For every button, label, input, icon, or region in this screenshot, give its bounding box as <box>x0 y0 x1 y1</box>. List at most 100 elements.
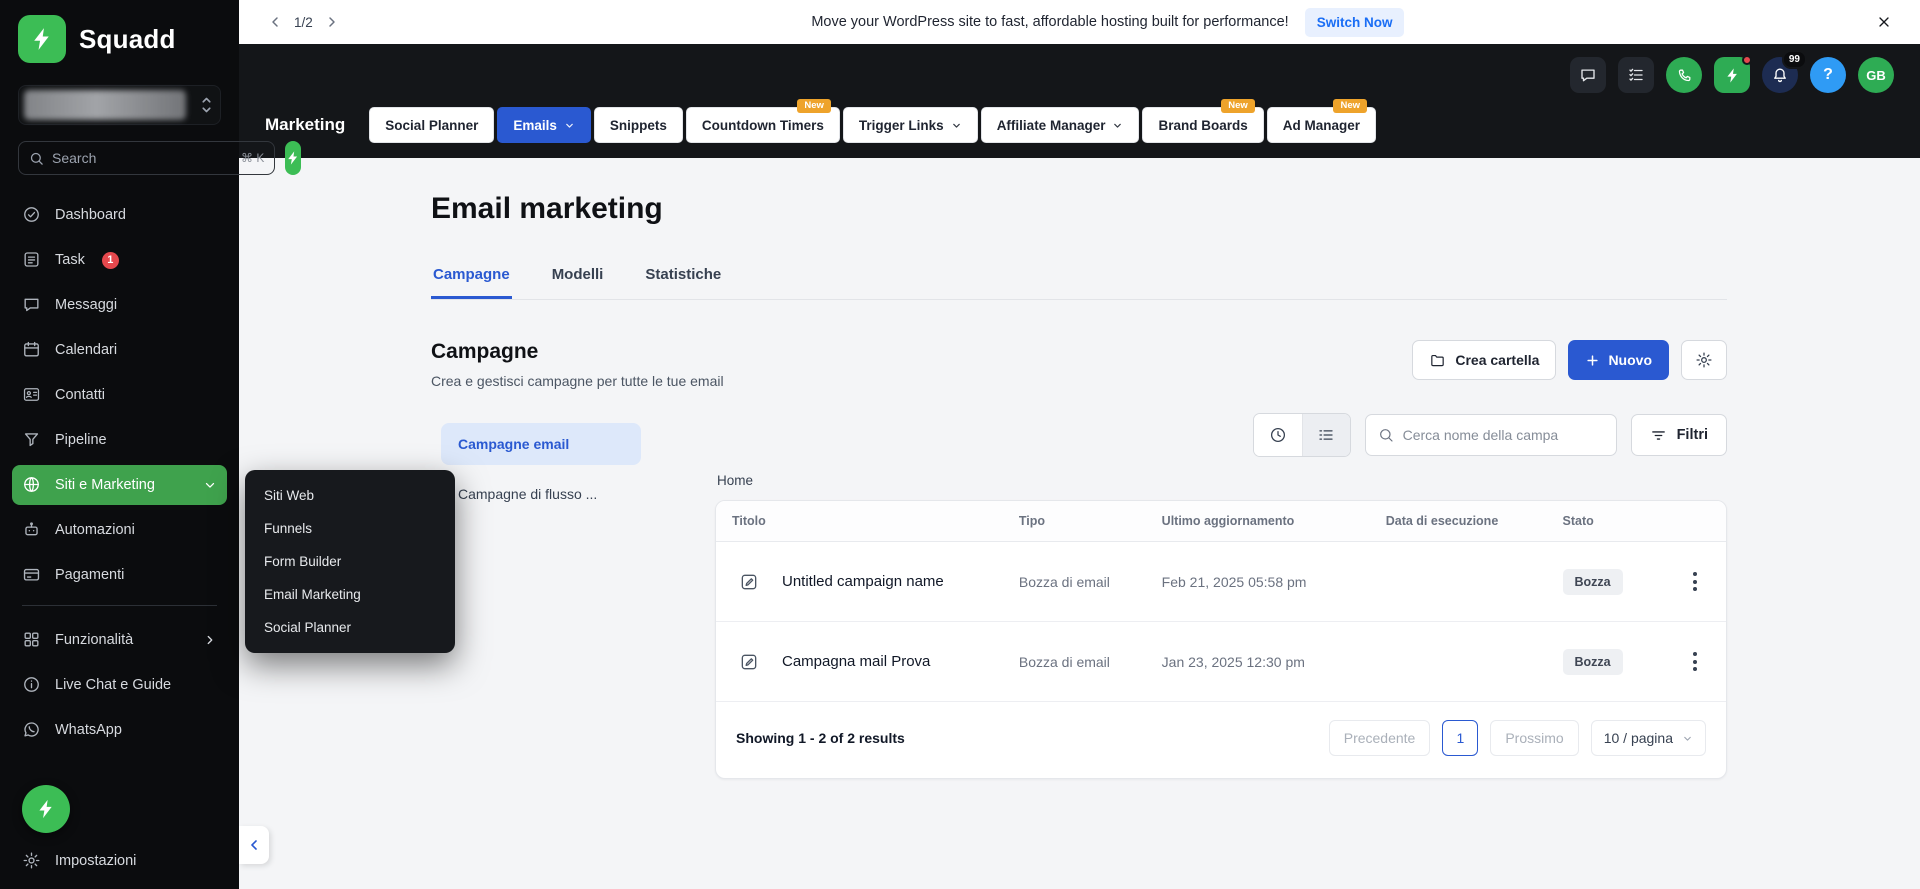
help-button[interactable]: ? <box>1810 57 1846 93</box>
vtab-campagne-di-flusso[interactable]: Campagne di flusso ... <box>441 473 641 515</box>
robot-icon <box>22 520 42 540</box>
row-menu-button[interactable] <box>1680 645 1710 679</box>
column-actions <box>1663 501 1726 542</box>
grid-icon <box>22 630 42 650</box>
campaign-search[interactable] <box>1364 414 1617 456</box>
campaign-type: Bozza di email <box>1002 541 1146 622</box>
campaign-search-input[interactable] <box>1402 427 1604 443</box>
user-avatar[interactable]: GB <box>1858 57 1894 93</box>
section-title: Campagne <box>431 340 539 363</box>
switch-now-button[interactable]: Switch Now <box>1304 7 1405 37</box>
sidebar-item-pipeline[interactable]: Pipeline <box>12 420 227 460</box>
squadd-fab-button[interactable] <box>22 785 70 833</box>
tab-social-planner[interactable]: Social Planner <box>369 107 495 143</box>
flyout-item-email-marketing[interactable]: Email Marketing <box>245 578 455 611</box>
sidebar-item-pagamenti[interactable]: Pagamenti <box>12 555 227 595</box>
sidebar-item-task[interactable]: Task 1 <box>12 240 227 280</box>
current-page-button[interactable]: 1 <box>1442 720 1479 756</box>
column-tipo: Tipo <box>1002 501 1146 542</box>
campaigns-table-area: Filtri Home Titolo Tipo Ultimo aggiornam… <box>715 413 1727 779</box>
view-toggle-group <box>1252 413 1351 457</box>
tab-trigger-links[interactable]: Trigger Links <box>842 107 978 143</box>
history-view-button[interactable] <box>1253 414 1302 456</box>
flyout-item-siti-web[interactable]: Siti Web <box>245 479 455 512</box>
tab-emails[interactable]: Emails <box>497 107 591 143</box>
sidebar-item-dashboard[interactable]: Dashboard <box>12 195 227 235</box>
sidebar-item-messaggi[interactable]: Messaggi <box>12 285 227 325</box>
campaign-title[interactable]: Untitled campaign name <box>782 573 944 590</box>
tab-ad-manager[interactable]: New Ad Manager <box>1266 99 1377 143</box>
breadcrumb[interactable]: Home <box>717 473 753 488</box>
phone-icon <box>1676 67 1693 84</box>
flyout-item-form-builder[interactable]: Form Builder <box>245 545 455 578</box>
globe-icon <box>22 475 42 495</box>
conversations-button[interactable] <box>1570 57 1606 93</box>
table-row: Untitled campaign name Bozza di email Fe… <box>716 541 1726 622</box>
next-page-button[interactable]: Prossimo <box>1490 720 1579 756</box>
vtab-campagne-email[interactable]: Campagne email <box>441 423 641 465</box>
sidebar-item-whatsapp[interactable]: WhatsApp <box>12 710 227 750</box>
calendar-icon <box>22 340 42 360</box>
collapse-sidebar-button[interactable] <box>239 826 269 864</box>
close-banner-button[interactable] <box>1874 12 1894 32</box>
sidebar-search[interactable]: ⌘ K <box>18 141 276 175</box>
campaign-title[interactable]: Campagna mail Prova <box>782 653 930 670</box>
sidebar-item-impostazioni[interactable]: Impostazioni <box>0 841 239 889</box>
tab-modelli[interactable]: Modelli <box>550 266 606 299</box>
campaigns-table: Titolo Tipo Ultimo aggiornamento Data di… <box>716 501 1726 702</box>
task-count-badge: 1 <box>101 251 119 269</box>
marketing-tabs: Social Planner Emails Snippets New Count… <box>369 99 1377 143</box>
flyout-item-funnels[interactable]: Funnels <box>245 512 455 545</box>
new-badge: New <box>1333 99 1368 114</box>
tab-brand-boards[interactable]: New Brand Boards <box>1142 99 1264 143</box>
campaign-execution <box>1369 621 1547 702</box>
banner-next-button[interactable] <box>322 12 342 32</box>
sidebar-item-contatti[interactable]: Contatti <box>12 375 227 415</box>
tab-statistiche[interactable]: Statistiche <box>643 266 723 299</box>
sidebar-item-siti-e-marketing[interactable]: Siti e Marketing <box>12 465 227 505</box>
notifications-button[interactable]: 99 <box>1762 50 1807 93</box>
campaign-type-tabs: Campagne email Campagne di flusso ... <box>431 413 675 779</box>
close-icon <box>1876 14 1892 30</box>
new-button[interactable]: Nuovo <box>1568 340 1669 380</box>
column-titolo: Titolo <box>716 501 1003 542</box>
siti-e-marketing-flyout: Siti Web Funnels Form Builder Email Mark… <box>245 470 455 653</box>
edit-campaign-button[interactable] <box>732 565 766 599</box>
sidebar-item-live-chat[interactable]: Live Chat e Guide <box>12 665 227 705</box>
list-view-button[interactable] <box>1301 414 1350 456</box>
status-badge: Bozza <box>1562 568 1623 595</box>
campaign-type: Bozza di email <box>1002 621 1146 702</box>
account-switcher[interactable] <box>18 85 221 125</box>
page-tabs: Campagne Modelli Statistiche <box>431 266 1727 300</box>
sidebar-item-funzionalita[interactable]: Funzionalità <box>12 620 227 660</box>
prev-page-button[interactable]: Precedente <box>1328 720 1431 756</box>
campaign-updated: Feb 21, 2025 05:58 pm <box>1145 541 1370 622</box>
quick-actions-button[interactable] <box>285 141 302 175</box>
page-size-select[interactable]: 10 / pagina <box>1590 720 1706 756</box>
tab-snippets[interactable]: Snippets <box>593 107 683 143</box>
phone-button[interactable] <box>1666 57 1702 93</box>
banner-prev-button[interactable] <box>265 12 285 32</box>
chevron-down-icon <box>203 478 217 492</box>
flyout-item-social-planner[interactable]: Social Planner <box>245 611 455 644</box>
settings-button[interactable] <box>1681 340 1727 380</box>
create-folder-button[interactable]: Crea cartella <box>1412 340 1557 380</box>
section-header: Campagne Crea e gestisci campagne per tu… <box>431 340 1727 389</box>
filter-icon <box>1650 427 1667 444</box>
squadd-logo-icon <box>1724 67 1741 84</box>
table-footer: Showing 1 - 2 of 2 results Precedente 1 … <box>716 702 1726 778</box>
tab-affiliate-manager[interactable]: Affiliate Manager <box>980 107 1140 143</box>
checklist-button[interactable] <box>1618 57 1654 93</box>
filter-button[interactable]: Filtri <box>1630 414 1727 456</box>
status-badge: Bozza <box>1562 648 1623 675</box>
edit-campaign-button[interactable] <box>732 645 766 679</box>
sidebar-item-calendari[interactable]: Calendari <box>12 330 227 370</box>
row-menu-button[interactable] <box>1680 565 1710 599</box>
tab-countdown-timers[interactable]: New Countdown Timers <box>685 99 840 143</box>
tab-campagne[interactable]: Campagne <box>431 266 512 299</box>
column-stato: Stato <box>1546 501 1664 542</box>
app-launcher-button[interactable] <box>1714 55 1752 93</box>
brand-name: Squadd <box>79 23 176 54</box>
sidebar-search-input[interactable] <box>52 150 233 166</box>
sidebar-item-automazioni[interactable]: Automazioni <box>12 510 227 550</box>
